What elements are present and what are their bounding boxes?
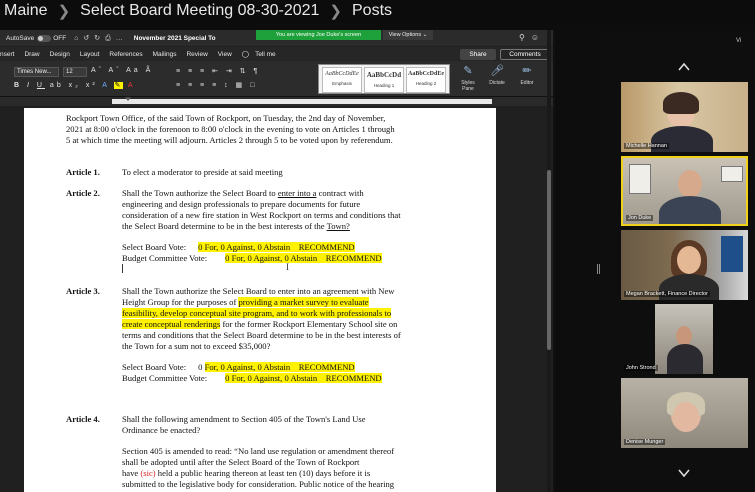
autosave-state: OFF <box>53 34 67 42</box>
view-options-button[interactable]: View Options ⌄ <box>383 30 433 40</box>
participant-tile[interactable]: Michelle Hannan <box>621 82 748 152</box>
article-2-budget-vote: Budget Committee Vote: 0 For, 0 Against, … <box>122 253 382 263</box>
tab-insert[interactable]: nsert <box>0 51 14 58</box>
title-bar-icons[interactable]: ⚲☺ <box>519 33 545 42</box>
article-1-text: To elect a moderator to preside at said … <box>122 167 283 177</box>
tab-draw[interactable]: Draw <box>24 51 39 58</box>
article-3-line: Shall the Town authorize the Select Boar… <box>122 286 395 296</box>
editor-button[interactable]: ✏ Editor <box>514 64 540 86</box>
ruler[interactable] <box>0 97 553 106</box>
chevron-down-icon[interactable] <box>677 466 691 480</box>
article-4-label: Article 4. <box>66 414 100 424</box>
i-beam-cursor-icon: I <box>286 262 289 272</box>
article-4-section-line: submitted to the legislative body for co… <box>122 479 395 489</box>
font-size-select[interactable]: 12 <box>63 67 87 77</box>
article-2-line: consideration of a new fire station in W… <box>122 210 401 220</box>
breadcrumb-item-maine[interactable]: Maine <box>4 2 48 20</box>
autosave-toggle[interactable] <box>37 34 52 42</box>
style-emphasis[interactable]: AaBbCcDdEe Emphasis <box>322 67 362 93</box>
font-name-select[interactable]: Times New... <box>14 67 59 77</box>
article-2-line: Shall the Town authorize the Select Boar… <box>122 188 364 198</box>
article-4-section-line: have (sic) held a public hearing thereon… <box>122 468 371 478</box>
article-2-select-board-vote: Select Board Vote: 0 For, 0 Against, 0 Ab… <box>122 242 355 252</box>
microphone-icon: 🎤︎ <box>490 65 504 77</box>
ribbon-home: Times New... 12 Aˆ Aˇ Aa Ã B I U ab x₂ … <box>0 61 553 97</box>
participant-name: Denise Munger <box>624 439 666 445</box>
intro-line: Rockport Town Office, of the said Town o… <box>66 113 386 123</box>
chevron-up-icon[interactable] <box>677 60 691 74</box>
split-divider <box>553 30 555 492</box>
list-buttons[interactable]: ≡ ≡ ≡ ⇤ ⇥ ⇅ ¶ <box>176 67 260 75</box>
text-cursor <box>122 264 123 273</box>
editor-pen-icon: ✏ <box>522 65 532 77</box>
participant-face <box>678 170 702 198</box>
document-scrollbar[interactable] <box>547 30 551 492</box>
tab-design[interactable]: Design <box>50 51 70 58</box>
article-3-select-board-vote: Select Board Vote: 0 For, 0 Against, 0 Ab… <box>122 362 355 372</box>
format-buttons[interactable]: B I U ab x₂ x² A ✎ A <box>14 81 136 89</box>
search-icon[interactable]: ⚲ <box>519 33 531 42</box>
shared-screen-word-window: AutoSave OFF ⌂↺↻⎙… November 2021 Special… <box>0 30 553 492</box>
chevron-right-icon: ❯ <box>57 3 71 20</box>
participant-name: Jon Duke <box>626 215 654 221</box>
styles-gallery[interactable]: AaBbCcDdEe Emphasis AaBbCcDd Heading 1 A… <box>318 64 450 94</box>
account-icon[interactable]: ☺ <box>531 33 545 42</box>
quick-access-toolbar[interactable]: ⌂↺↻⎙… <box>74 34 128 43</box>
styles-pane-button[interactable]: ✎ Styles Pane <box>455 64 481 92</box>
article-3-label: Article 3. <box>66 286 100 296</box>
article-3-budget-vote: Budget Committee Vote: 0 For, 0 Against, … <box>122 373 382 383</box>
article-3-line: terms and conditions that the Select Boa… <box>122 330 401 340</box>
breadcrumb-item-meeting[interactable]: Select Board Meeting 08-30-2021 <box>80 2 319 20</box>
participant-tile[interactable]: Megan Brackett, Finance Director <box>621 230 748 300</box>
tab-review[interactable]: Review <box>186 51 207 58</box>
breadcrumb-item-posts[interactable]: Posts <box>352 2 392 20</box>
article-4-section-line: Section 405 is amended to read: “No land… <box>122 446 395 456</box>
article-4-line: Shall the following amendment to Section… <box>122 414 366 424</box>
article-1-label: Article 1. <box>66 167 100 177</box>
align-buttons[interactable]: ≡ ≡ ≡ ≡ ↕ ▦ □ <box>176 81 257 89</box>
indent-marker[interactable] <box>125 97 131 101</box>
share-button[interactable]: Share <box>460 49 496 60</box>
font-size-buttons[interactable]: Aˆ Aˇ Aa Ã <box>91 67 153 74</box>
tab-layout[interactable]: Layout <box>80 51 100 58</box>
article-3-line: the Town for a sum not to exceed $35,000… <box>122 341 271 351</box>
article-3-line: create conceptual renderings for the for… <box>122 319 398 329</box>
document-title: November 2021 Special To <box>133 34 216 42</box>
article-3-line: Height Group for the purposes of providi… <box>122 297 369 307</box>
scrollbar-thumb[interactable] <box>547 170 551 350</box>
document-page[interactable]: Rockport Town Office, of the said Town o… <box>24 108 496 492</box>
article-2-label: Article 2. <box>66 188 100 198</box>
breadcrumb: Maine ❯ Select Board Meeting 08-30-2021 … <box>0 0 755 22</box>
participant-name: Megan Brackett, Finance Director <box>624 291 710 297</box>
participant-face <box>676 326 692 346</box>
participant-name: Michelle Hannan <box>624 143 669 149</box>
style-heading-1[interactable]: AaBbCcDd Heading 1 <box>364 67 404 93</box>
article-2-line: engineering and design professionals to … <box>122 199 361 209</box>
article-3-line: feasibility, develop conceptual site pro… <box>122 308 392 318</box>
styles-pane-icon: ✎ <box>463 65 473 77</box>
participant-tile[interactable]: John Strond <box>621 304 748 374</box>
tab-mailings[interactable]: Mailings <box>153 51 177 58</box>
tab-references[interactable]: References <box>109 51 142 58</box>
participant-tile-active[interactable]: Jon Duke <box>621 156 748 226</box>
autosave-label: AutoSave <box>6 34 35 42</box>
article-4-line: Ordinance be enacted? <box>122 425 201 435</box>
intro-line: 2021 at 8:00 o'clock in the forenoon to … <box>66 124 395 134</box>
lightbulb-icon: ◯ <box>241 51 250 58</box>
screen-share-banner: You are viewing Joe Duke's screen <box>256 30 381 40</box>
view-tab[interactable]: Vi <box>736 38 741 44</box>
participant-name: John Strond <box>624 365 658 371</box>
article-2-line: the Select Board determine to be in the … <box>122 221 350 231</box>
tell-me-search[interactable]: Tell me <box>255 51 276 58</box>
comments-button[interactable]: Comments <box>500 49 550 60</box>
dictate-button[interactable]: 🎤︎ Dictate <box>484 64 510 86</box>
participant-tile[interactable]: Denise Munger <box>621 378 748 448</box>
tab-view[interactable]: View <box>218 51 232 58</box>
chevron-right-icon: ❯ <box>329 3 342 20</box>
style-heading-2[interactable]: AaBbCcDdEe Heading 2 <box>406 67 446 93</box>
article-4-section-line: shall be adopted until after the Select … <box>122 457 360 467</box>
intro-line: 5 at which time the meeting will adjourn… <box>66 135 393 145</box>
